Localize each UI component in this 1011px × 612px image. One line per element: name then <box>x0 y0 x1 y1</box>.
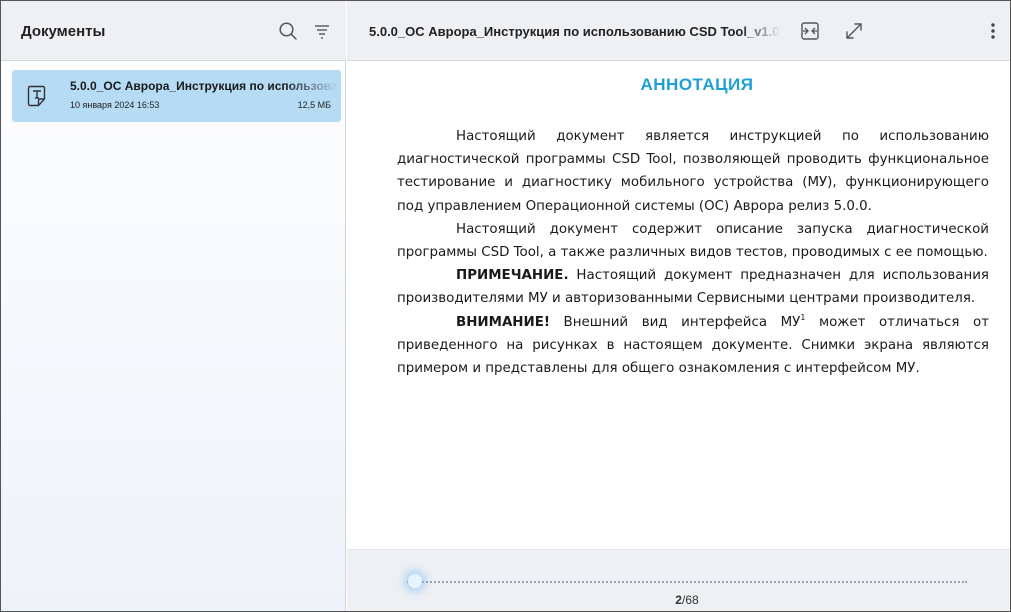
paragraph-text: Настоящий документ является инструкцией … <box>397 129 989 214</box>
sort-button[interactable] <box>311 20 333 42</box>
fit-to-width-button[interactable] <box>799 20 821 42</box>
search-icon <box>279 22 297 40</box>
note-label: ПРИМЕЧАНИЕ. <box>456 268 569 284</box>
document-viewer: 5.0.0_ОС Аврора_Инструкция по использова… <box>347 1 1010 611</box>
document-name: 5.0.0_ОС Аврора_Инструкция по использова… <box>70 79 338 93</box>
warning-paragraph: ВНИМАНИЕ! Внешний вид интерфейса МУ1 мож… <box>397 311 989 381</box>
total-pages: 68 <box>685 593 699 607</box>
expand-icon <box>846 23 862 39</box>
text-document-icon <box>27 85 46 107</box>
page-slider-track[interactable] <box>407 581 967 583</box>
sort-filter-icon <box>315 25 329 39</box>
current-page: 2 <box>675 593 682 607</box>
page-heading: АННОТАЦИЯ <box>640 75 754 94</box>
paragraph-text: Внешний вид интерфейса МУ <box>549 314 801 330</box>
page-body: Настоящий документ является инструкцией … <box>397 125 989 380</box>
sidebar-header: Документы <box>1 1 346 61</box>
viewer-document-title: 5.0.0_ОС Аврора_Инструкция по использова… <box>369 24 781 39</box>
document-date: 10 января 2024 16:53 <box>70 100 160 110</box>
viewer-header: 5.0.0_ОС Аврора_Инструкция по использова… <box>347 1 1010 61</box>
warning-label: ВНИМАНИЕ! <box>456 314 550 330</box>
more-options-button[interactable] <box>985 20 1001 42</box>
sidebar-title: Документы <box>21 23 106 40</box>
document-list-item[interactable]: 5.0.0_ОС Аврора_Инструкция по использова… <box>12 70 341 122</box>
page-counter: 2/68 <box>347 593 1011 607</box>
note-paragraph: ПРИМЕЧАНИЕ. Настоящий документ предназна… <box>397 264 989 310</box>
more-vertical-icon <box>991 23 995 39</box>
expand-button[interactable] <box>843 20 865 42</box>
paragraph-text: Настоящий документ содержит описание зап… <box>397 221 989 261</box>
document-size: 12,5 МБ <box>297 100 331 110</box>
viewer-footer: 2/68 <box>347 549 1010 611</box>
fit-to-width-icon <box>801 22 819 40</box>
page-slider-knob[interactable] <box>408 574 423 588</box>
app-window: Документы 5.0.0_ОС Аврора_Инструкция по … <box>0 0 1011 612</box>
documents-sidebar: Документы 5.0.0_ОС Аврора_Инструкция по … <box>1 1 346 611</box>
paragraph: Настоящий документ содержит описание зап… <box>397 218 989 264</box>
paragraph: Настоящий документ является инструкцией … <box>397 125 989 218</box>
document-page: АННОТАЦИЯ Настоящий документ является ин… <box>397 63 997 549</box>
search-button[interactable] <box>277 20 299 42</box>
